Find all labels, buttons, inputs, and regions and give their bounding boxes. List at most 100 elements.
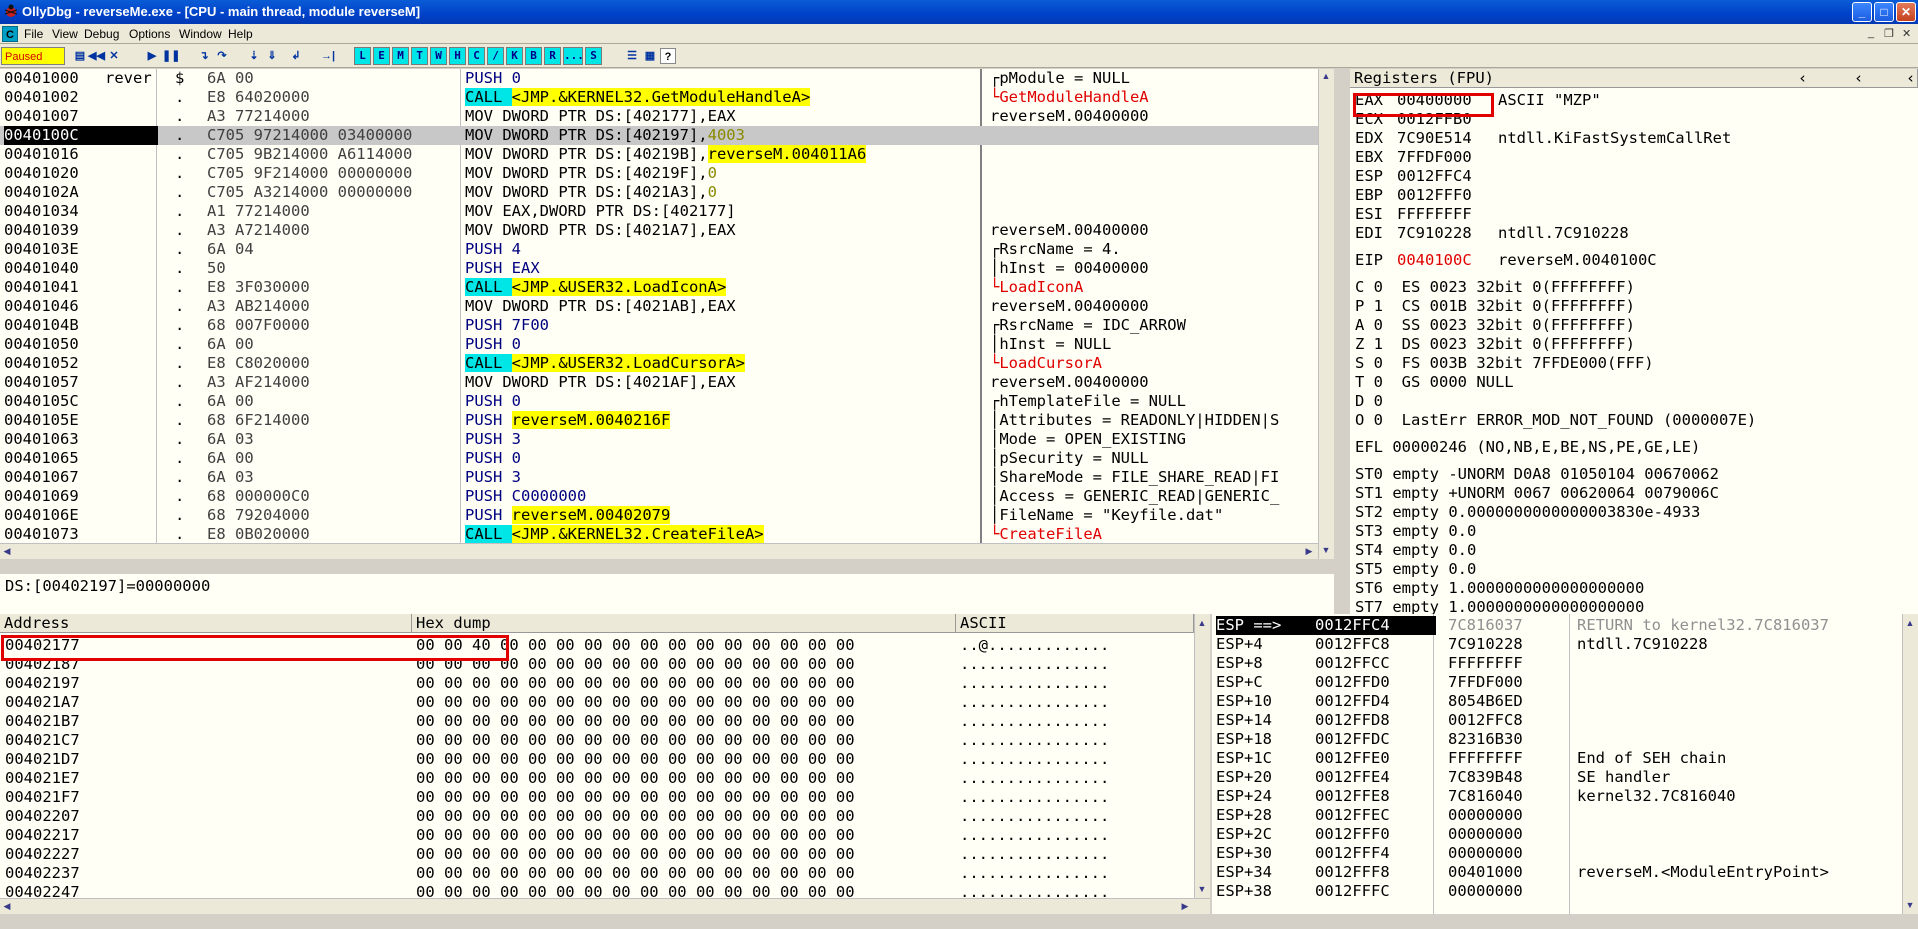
- disasm-row[interactable]: 0040106E. 68 79204000 PUSH reverseM.004020…: [0, 506, 1318, 525]
- disasm-row[interactable]: 00401039. A3 A7214000 MOV DWORD PTR DS:[40…: [0, 221, 1318, 240]
- goto-icon[interactable]: →|: [320, 48, 336, 64]
- restart-icon[interactable]: ◀◀: [88, 48, 105, 64]
- disassembly-hscrollbar[interactable]: ◀ ▶: [0, 543, 1318, 559]
- disasm-row[interactable]: 0040104B. 68 007F0000 PUSH 7F00 ┌RsrcName =…: [0, 316, 1318, 335]
- trace-into-icon[interactable]: ⇣: [246, 48, 262, 64]
- dump-scroll-up-icon[interactable]: ▲: [1195, 616, 1209, 630]
- disasm-row[interactable]: 00401057. A3 AF214000 MOV DWORD PTR DS:[40…: [0, 373, 1318, 392]
- dump-scroll-right-icon[interactable]: ▶: [1178, 899, 1192, 913]
- executable-modules-button[interactable]: E: [373, 47, 390, 65]
- disasm-row[interactable]: 00401073. E8 0B020000 CALL <JMP.&KERNEL32.…: [0, 525, 1318, 544]
- execute-till-return-icon[interactable]: ↲: [288, 48, 304, 64]
- stack-row[interactable]: ESP+4 0012FFC8 7C910228 ntdll.7C910228: [1212, 635, 1902, 654]
- disassembly-scrollbar[interactable]: ▲ ▼: [1318, 69, 1334, 559]
- disasm-row[interactable]: 00401063. 6A 03 PUSH 3 │Mode = OPEN_EXISTIN…: [0, 430, 1318, 449]
- close-button[interactable]: ✕: [1896, 2, 1916, 22]
- run-icon[interactable]: ▶: [144, 48, 160, 64]
- close-program-icon[interactable]: ✕: [106, 48, 122, 64]
- disasm-row[interactable]: 00401041. E8 3F030000 CALL <JMP.&USER32.Lo…: [0, 278, 1318, 297]
- disasm-row[interactable]: 00401020. C705 9F214000 00000000 MOV DWORD…: [0, 164, 1318, 183]
- disasm-row[interactable]: 00401067. 6A 03 PUSH 3 │ShareMode = FILE_SH…: [0, 468, 1318, 487]
- handles-button[interactable]: H: [449, 47, 466, 65]
- step-into-icon[interactable]: ↴: [196, 48, 212, 64]
- stack-row[interactable]: ESP+28 0012FFEC 00000000: [1212, 806, 1902, 825]
- disasm-row[interactable]: 00401000 rever $6A 00 PUSH 0 ┌pModule = NULL: [0, 69, 1318, 88]
- stack-row[interactable]: ESP+1C 0012FFE0 FFFFFFFF End of SEH chain: [1212, 749, 1902, 768]
- disasm-row[interactable]: 0040102A. C705 A3214000 00000000 MOV DWORD…: [0, 183, 1318, 202]
- dump-header-hex[interactable]: Hex dump: [412, 614, 956, 633]
- menu-view[interactable]: View: [52, 27, 78, 41]
- references-button[interactable]: R: [544, 47, 561, 65]
- pause-icon[interactable]: ❚❚: [162, 48, 180, 64]
- stack-pane[interactable]: ESP ==> 0012FFC4 7C816037 RETURN to kernel3…: [1212, 614, 1918, 914]
- menu-file[interactable]: File: [24, 27, 43, 41]
- trace-over-icon[interactable]: ⇓: [264, 48, 280, 64]
- dump-pane[interactable]: Address Hex dump ASCII 00402177 00 00 40 …: [0, 614, 1210, 914]
- registers-pane[interactable]: Registers (FPU) ‹ ‹ ‹ EAX 00400000 ASCII "…: [1350, 69, 1918, 614]
- stack-row[interactable]: ESP+8 0012FFCC FFFFFFFF: [1212, 654, 1902, 673]
- list-icon[interactable]: ☰: [624, 48, 640, 64]
- prev-view-icon[interactable]: ‹: [1798, 69, 1807, 87]
- minimize-button[interactable]: _: [1852, 2, 1872, 22]
- maximize-button[interactable]: □: [1874, 2, 1894, 22]
- prev-view-icon-2[interactable]: ‹: [1854, 69, 1863, 87]
- disasm-row[interactable]: 0040103E. 6A 04 PUSH 4 ┌RsrcName = 4.: [0, 240, 1318, 259]
- dump-scroll-left-icon[interactable]: ◀: [0, 899, 14, 913]
- disasm-row[interactable]: 00401007. A3 77214000 MOV DWORD PTR DS:[40…: [0, 107, 1318, 126]
- stack-row[interactable]: ESP+20 0012FFE4 7C839B48 SE handler: [1212, 768, 1902, 787]
- call-stack-button[interactable]: K: [506, 47, 523, 65]
- stack-row[interactable]: ESP+38 0012FFFC 00000000: [1212, 882, 1902, 901]
- disassembly-pane[interactable]: 00401000 rever $6A 00 PUSH 0 ┌pModule = NULL…: [0, 69, 1334, 559]
- stack-row[interactable]: ESP+10 0012FFD4 8054B6ED: [1212, 692, 1902, 711]
- disasm-row[interactable]: 00401052. E8 C8020000 CALL <JMP.&USER32.Lo…: [0, 354, 1318, 373]
- menu-debug[interactable]: Debug: [84, 27, 119, 41]
- step-over-icon[interactable]: ↷: [214, 48, 230, 64]
- stack-row[interactable]: ESP+34 0012FFF8 00401000 reverseM.<ModuleEn…: [1212, 863, 1902, 882]
- help-icon[interactable]: ?: [660, 48, 676, 64]
- disasm-row[interactable]: 00401016. C705 9B214000 A6114000 MOV DWORD…: [0, 145, 1318, 164]
- log-window-button[interactable]: L: [354, 47, 371, 65]
- registers-header[interactable]: Registers (FPU) ‹ ‹ ‹: [1350, 69, 1918, 88]
- mdi-minimize-icon[interactable]: _: [1868, 27, 1874, 39]
- disasm-row[interactable]: 0040100C. C705 97214000 03400000 MOV DWORD…: [0, 126, 1318, 145]
- mdi-restore-icon[interactable]: ❐: [1884, 27, 1894, 40]
- threads-button[interactable]: T: [411, 47, 428, 65]
- stack-row[interactable]: ESP+18 0012FFDC 82316B30: [1212, 730, 1902, 749]
- stack-row[interactable]: ESP+30 0012FFF4 00000000: [1212, 844, 1902, 863]
- disasm-row[interactable]: 0040105C. 6A 00 PUSH 0 ┌hTemplateFile = NUL…: [0, 392, 1318, 411]
- disasm-row[interactable]: 00401002. E8 64020000 CALL <JMP.&KERNEL32.…: [0, 88, 1318, 107]
- breakpoints-button[interactable]: B: [525, 47, 542, 65]
- scroll-up-icon[interactable]: ▲: [1319, 69, 1333, 83]
- stack-row[interactable]: ESP ==> 0012FFC4 7C816037 RETURN to kernel3…: [1212, 616, 1902, 635]
- prev-view-icon-3[interactable]: ‹: [1906, 69, 1915, 87]
- stack-scroll-down-icon[interactable]: ▼: [1903, 898, 1917, 912]
- dump-scroll-down-icon[interactable]: ▼: [1195, 882, 1209, 896]
- scroll-left-icon[interactable]: ◀: [0, 544, 14, 558]
- disasm-row[interactable]: 00401069. 68 000000C0 PUSH C0000000 │Access…: [0, 487, 1318, 506]
- disasm-row[interactable]: 00401040. 50 PUSH EAX │hInst = 00400000: [0, 259, 1318, 278]
- menu-help[interactable]: Help: [228, 27, 253, 41]
- stack-scrollbar[interactable]: ▲ ▼: [1902, 614, 1918, 914]
- stack-row[interactable]: ESP+2C 0012FFF0 00000000: [1212, 825, 1902, 844]
- disasm-row[interactable]: 00401050. 6A 00 PUSH 0 │hInst = NULL: [0, 335, 1318, 354]
- cpu-button[interactable]: C: [468, 47, 485, 65]
- scroll-down-icon[interactable]: ▼: [1319, 543, 1333, 557]
- stack-scroll-up-icon[interactable]: ▲: [1903, 616, 1917, 630]
- disasm-row[interactable]: 00401034. A1 77214000 MOV EAX,DWORD PTR DS…: [0, 202, 1318, 221]
- disasm-row[interactable]: 00401046. A3 AB214000 MOV DWORD PTR DS:[40…: [0, 297, 1318, 316]
- memory-map-button[interactable]: M: [392, 47, 409, 65]
- dump-header-ascii[interactable]: ASCII: [956, 614, 1194, 633]
- grid-icon[interactable]: ▦: [642, 48, 658, 64]
- menu-window[interactable]: Window: [179, 27, 222, 41]
- open-icon[interactable]: ▤: [72, 48, 88, 64]
- disasm-row[interactable]: 0040105E. 68 6F214000 PUSH reverseM.004021…: [0, 411, 1318, 430]
- run-trace-button[interactable]: ...: [563, 47, 584, 65]
- disasm-row[interactable]: 00401065. 6A 00 PUSH 0 │pSecurity = NULL: [0, 449, 1318, 468]
- windows-button[interactable]: W: [430, 47, 447, 65]
- dump-header-address[interactable]: Address: [0, 614, 412, 633]
- menu-options[interactable]: Options: [129, 27, 170, 41]
- stack-row[interactable]: ESP+C 0012FFD0 7FFDF000: [1212, 673, 1902, 692]
- mdi-close-icon[interactable]: ✕: [1902, 27, 1911, 40]
- scroll-right-icon[interactable]: ▶: [1302, 544, 1316, 558]
- source-button[interactable]: S: [585, 47, 602, 65]
